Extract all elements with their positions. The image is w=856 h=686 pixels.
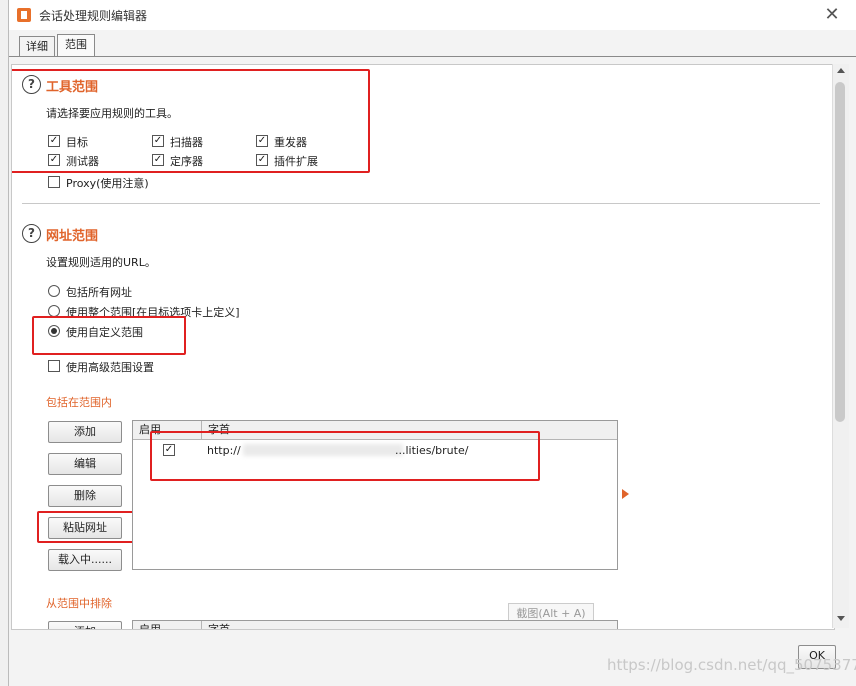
session-rule-editor-dialog: 会话处理规则编辑器 ✕ 详细 范围 ? 工具范围 请选择要应用规则的工具。 ✓ …: [8, 0, 856, 686]
include-heading: 包括在范围内: [46, 396, 112, 409]
advanced-scope-checkbox[interactable]: [48, 360, 60, 372]
scroll-down-icon[interactable]: [837, 616, 845, 621]
highlight-paste-url: [37, 511, 135, 543]
section-divider: [22, 203, 820, 204]
exclude-heading: 从范围中排除: [46, 597, 112, 610]
url-section-title: 网址范围: [46, 229, 99, 244]
scroll-up-icon[interactable]: [837, 68, 845, 73]
col-enabled[interactable]: 启用: [139, 621, 161, 629]
highlight-url-row: [150, 431, 540, 481]
title-bar: 会话处理规则编辑器 ✕: [9, 0, 856, 30]
advanced-scope-label: 使用高级范围设置: [66, 361, 154, 374]
scope-panel: ? 工具范围 请选择要应用规则的工具。 ✓ 目标 ✓ 扫描器 ✓ 重发器 ✓ 测…: [11, 64, 835, 630]
close-icon[interactable]: ✕: [819, 3, 845, 27]
highlight-tools: [12, 69, 370, 173]
include-remove-button[interactable]: 删除: [48, 485, 122, 507]
burp-app-icon: [17, 8, 31, 22]
window-title: 会话处理规则编辑器: [39, 9, 148, 23]
include-edit-button[interactable]: 编辑: [48, 453, 122, 475]
exclude-table: 启用 字首: [132, 620, 618, 629]
exclude-table-header: 启用 字首: [133, 621, 617, 629]
scroll-thumb[interactable]: [835, 82, 845, 422]
expand-arrow-icon[interactable]: [622, 489, 629, 499]
col-prefix[interactable]: 字首: [201, 621, 230, 629]
help-icon[interactable]: ?: [22, 224, 41, 243]
tool-proxy-label: Proxy(使用注意): [66, 177, 149, 190]
exclude-add-button[interactable]: 添加: [48, 621, 122, 629]
url-description: 设置规则适用的URL。: [46, 256, 156, 269]
radio-all-urls-label: 包括所有网址: [66, 286, 132, 299]
tab-scope[interactable]: 范围: [57, 34, 95, 57]
highlight-custom-scope: [32, 316, 186, 355]
vertical-scrollbar[interactable]: [832, 64, 849, 628]
tool-proxy-checkbox[interactable]: [48, 176, 60, 188]
radio-all-urls[interactable]: [48, 285, 60, 297]
watermark: https://blog.csdn.net/qq_50753772: [607, 656, 856, 674]
include-add-button[interactable]: 添加: [48, 421, 122, 443]
include-load-button[interactable]: 载入中......: [48, 549, 122, 571]
tab-detail[interactable]: 详细: [19, 36, 55, 57]
tab-divider: [9, 56, 856, 57]
